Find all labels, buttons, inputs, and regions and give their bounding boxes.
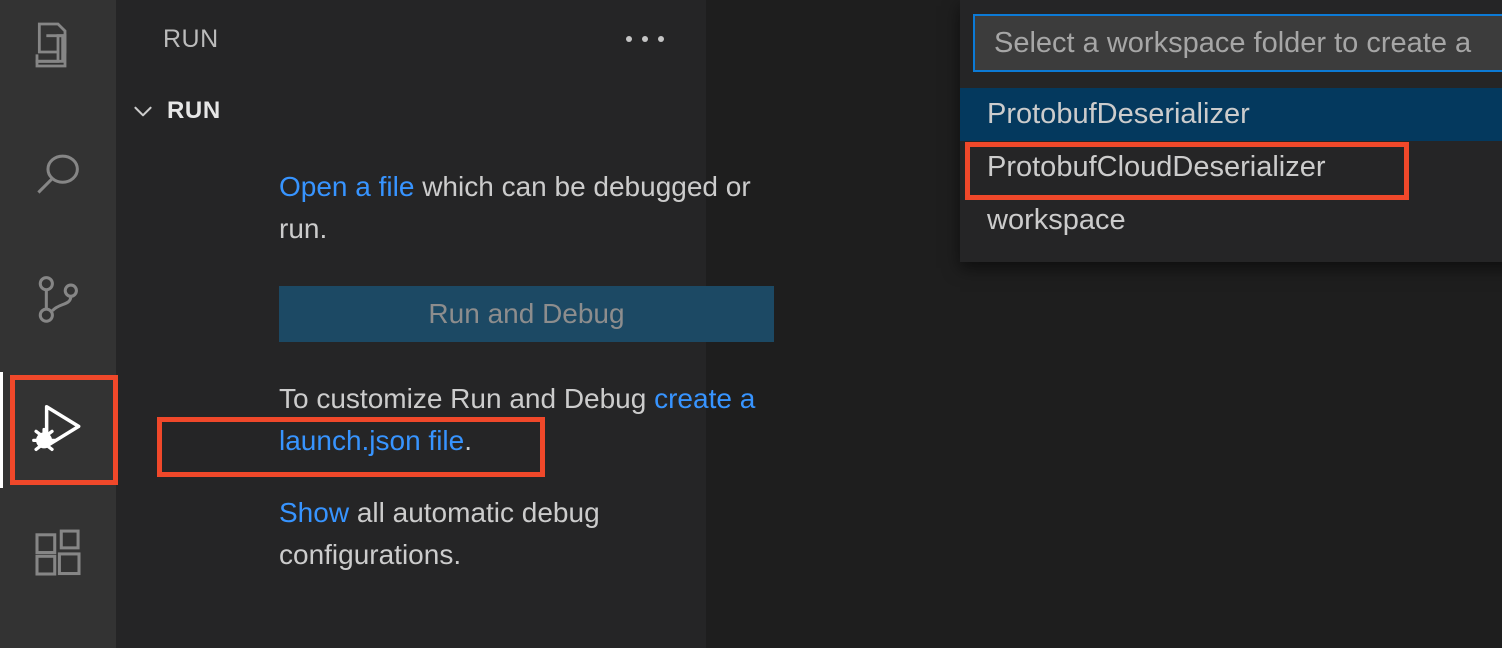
sidebar-header: RUN xyxy=(116,0,706,78)
sidebar-title: RUN xyxy=(163,24,219,53)
activity-bar xyxy=(0,0,116,648)
customize-prefix: To customize Run and Debug xyxy=(279,383,655,414)
activity-bar-item-source-control[interactable] xyxy=(0,245,116,355)
run-and-debug-icon xyxy=(27,398,89,460)
sidebar-more-actions-button[interactable] xyxy=(626,36,664,42)
welcome-show-configs-block: Show all automatic debug configurations. xyxy=(279,492,779,576)
quick-pick-input[interactable]: Select a workspace folder to create a xyxy=(973,14,1502,72)
run-and-debug-button[interactable]: Run and Debug xyxy=(279,286,774,342)
welcome-customize-block: To customize Run and Debug create a laun… xyxy=(279,378,799,462)
show-all-configs-link[interactable]: Show xyxy=(279,497,349,528)
run-section-header[interactable]: RUN xyxy=(116,88,706,134)
chevron-down-icon xyxy=(129,98,157,124)
activity-bar-item-run-and-debug[interactable] xyxy=(0,374,116,484)
quick-pick-item-label: ProtobufDeserializer xyxy=(987,98,1250,130)
quick-pick-list: ProtobufDeserializer ProtobufCloudDeseri… xyxy=(960,88,1502,247)
activity-bar-item-extensions[interactable] xyxy=(0,498,116,608)
activity-bar-item-search[interactable] xyxy=(0,120,116,230)
source-control-icon xyxy=(30,272,86,328)
ellipsis-icon xyxy=(626,36,664,42)
quick-pick-item-0[interactable]: ProtobufDeserializer xyxy=(960,88,1502,141)
vscode-window: RUN RUN Open a file which can be debugge… xyxy=(0,0,1502,648)
quick-pick-item-2[interactable]: workspace xyxy=(960,194,1502,247)
open-a-file-link[interactable]: Open a file xyxy=(279,171,414,202)
quick-pick-item-label: workspace xyxy=(987,204,1126,236)
files-icon xyxy=(30,17,86,73)
extensions-icon xyxy=(30,525,86,581)
quick-pick-panel: Select a workspace folder to create a Pr… xyxy=(960,0,1502,262)
welcome-open-file-block: Open a file which can be debugged or run… xyxy=(279,166,779,250)
activity-bar-item-explorer[interactable] xyxy=(0,0,116,100)
customize-suffix: . xyxy=(464,425,473,456)
quick-pick-placeholder: Select a workspace folder to create a xyxy=(994,26,1472,59)
run-section-label: RUN xyxy=(167,97,221,124)
quick-pick-item-1[interactable]: ProtobufCloudDeserializer xyxy=(960,141,1502,194)
quick-pick-item-label: ProtobufCloudDeserializer xyxy=(987,151,1326,183)
search-icon xyxy=(30,147,86,203)
run-and-debug-button-label: Run and Debug xyxy=(428,298,625,329)
run-and-debug-sidebar: RUN RUN Open a file which can be debugge… xyxy=(116,0,774,648)
